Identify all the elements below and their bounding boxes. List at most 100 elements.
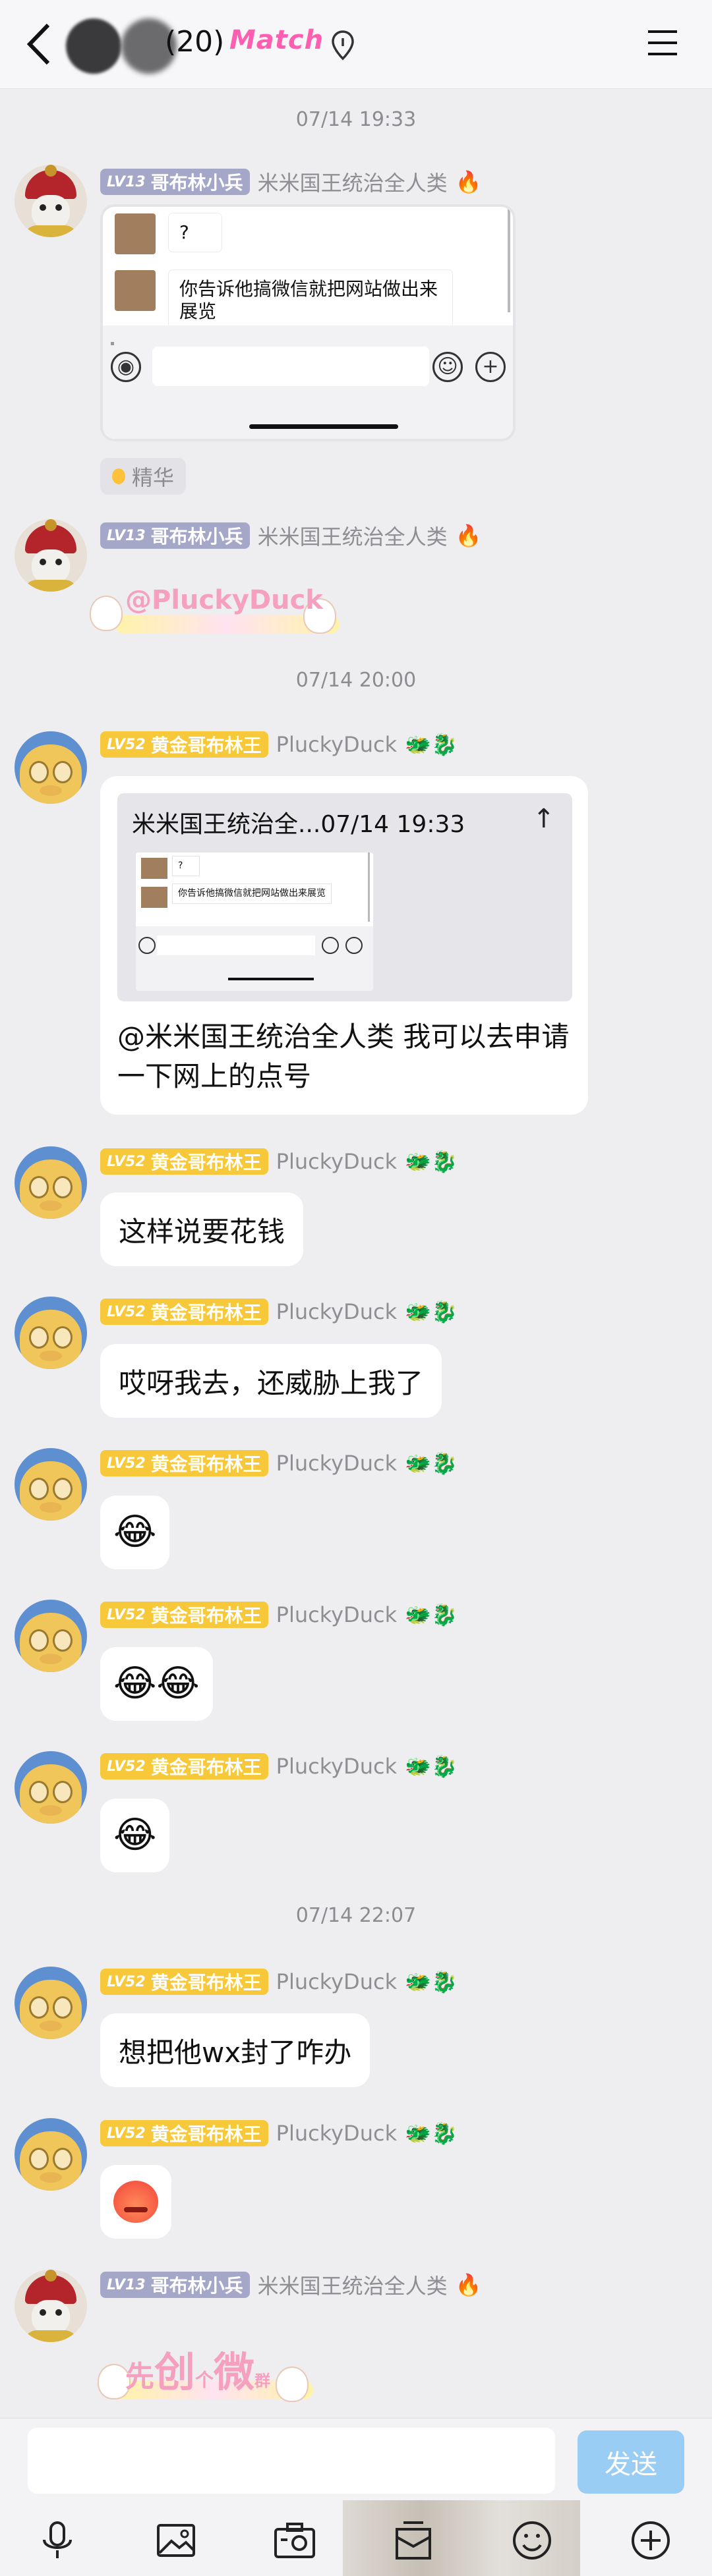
sender-meta: LV52 黄金哥布林王 PluckyDuck 🐲🐉: [100, 1297, 458, 1327]
sender-meta: LV52 黄金哥布林王 PluckyDuck 🐲🐉: [100, 2118, 458, 2148]
sender-nickname[interactable]: PluckyDuck: [276, 732, 397, 757]
sender-nickname[interactable]: PluckyDuck: [276, 1299, 397, 1324]
sender-nickname[interactable]: PluckyDuck: [276, 1754, 397, 1779]
add-icon[interactable]: [628, 2517, 674, 2563]
collapse-icon[interactable]: ↑: [533, 804, 555, 834]
screenshot-text: ?: [173, 856, 199, 876]
emoji-icon[interactable]: [509, 2517, 555, 2563]
member-count: (20): [165, 25, 225, 59]
essence-icon: [112, 468, 125, 484]
sender-meta: LV52 黄金哥布林王 PluckyDuck 🐲🐉: [100, 729, 458, 760]
camera-icon[interactable]: [272, 2517, 318, 2563]
sender-meta: LV13 哥布林小兵 米米国王统治全人类 🔥: [100, 520, 482, 551]
sender-nickname[interactable]: 米米国王统治全人类: [258, 2270, 448, 2300]
image-icon[interactable]: [153, 2517, 199, 2563]
avatar[interactable]: [15, 1967, 87, 2039]
avatar[interactable]: [15, 1448, 87, 1521]
add-icon: [345, 937, 363, 954]
avatar[interactable]: [15, 2118, 87, 2191]
emoji-icon: ☺: [432, 352, 463, 382]
add-icon: +: [475, 352, 506, 382]
menu-icon[interactable]: [646, 28, 679, 58]
message-bubble[interactable]: 想把他wx封了咋办: [100, 2013, 371, 2087]
sender-nickname[interactable]: PluckyDuck: [276, 1602, 397, 1627]
screenshot-text: 你告诉他搞微信就把网站做出来展览: [173, 884, 331, 903]
message-text: 想把他wx封了咋办: [119, 2036, 352, 2069]
avatar[interactable]: [15, 1600, 87, 1672]
dragon-badge-icon: 🐲🐉: [405, 1451, 458, 1476]
level-badge: LV13 哥布林小兵: [100, 2272, 250, 2298]
dragon-badge-icon: 🐲🐉: [405, 1602, 458, 1627]
sender-nickname[interactable]: 米米国王统治全人类: [258, 520, 448, 551]
message-bubble[interactable]: 这样说要花钱: [100, 1192, 304, 1266]
level-badge: LV52 黄金哥布林王: [100, 1969, 268, 1995]
message-bubble[interactable]: 😂: [100, 1496, 170, 1569]
sender-meta: LV13 哥布林小兵 米米国王统治全人类 🔥: [100, 167, 482, 197]
voice-icon: ◉: [111, 352, 141, 382]
avatar[interactable]: [15, 731, 87, 804]
dragon-badge-icon: 🐲🐉: [405, 2121, 458, 2146]
avatar: [115, 270, 156, 311]
dragon-badge-icon: 🐲🐉: [405, 1969, 458, 1994]
microphone-icon[interactable]: [34, 2517, 80, 2563]
screenshot-input: [152, 347, 429, 386]
dragon-badge-icon: 🐲🐉: [405, 1149, 458, 1174]
sender-meta: LV52 黄金哥布林王 PluckyDuck 🐲🐉: [100, 1751, 458, 1781]
message-input[interactable]: [28, 2428, 555, 2494]
message-bubble[interactable]: 哎呀我去，还威胁上我了: [100, 1344, 442, 1418]
cat-sticker-icon: [277, 2368, 307, 2401]
chat-header: (20) Match: [0, 0, 712, 89]
sender-nickname[interactable]: PluckyDuck: [276, 1451, 397, 1476]
dragon-badge-icon: 🐲🐉: [405, 732, 458, 757]
sender-nickname[interactable]: PluckyDuck: [276, 2121, 397, 2146]
voice-icon: [138, 937, 156, 954]
sticker-text-group: 先创个微群: [125, 2348, 271, 2396]
sender-nickname[interactable]: 米米国王统治全人类: [258, 167, 448, 197]
avatar[interactable]: [15, 519, 87, 592]
back-icon[interactable]: [23, 21, 56, 67]
dragon-badge-icon: 🐲🐉: [405, 1299, 458, 1324]
avatar[interactable]: [15, 1751, 87, 1824]
message-bubble[interactable]: 😂: [100, 1799, 170, 1872]
gift-icon[interactable]: [390, 2517, 436, 2563]
quoted-content[interactable]: 米米国王统治全...07/14 19:33 ↑ ? 你告诉他搞微信就把网站做出来…: [117, 793, 572, 1001]
sender-meta: LV13 哥布林小兵 米米国王统治全人类 🔥: [100, 2270, 482, 2300]
quote-message[interactable]: 米米国王统治全...07/14 19:33 ↑ ? 你告诉他搞微信就把网站做出来…: [100, 776, 588, 1115]
level-badge: LV52 黄金哥布林王: [100, 1753, 268, 1779]
send-button[interactable]: 发送: [578, 2430, 684, 2494]
message-text: 这样说要花钱: [119, 1215, 285, 1248]
fire-icon: 🔥: [455, 523, 482, 548]
scrollbar: [508, 207, 510, 312]
sender-meta: LV52 黄金哥布林王 PluckyDuck 🐲🐉: [100, 1967, 458, 1997]
level-badge: LV52 黄金哥布林王: [100, 1299, 268, 1325]
timestamp: 07/14 22:07: [295, 1904, 417, 1927]
quoted-image: ? 你告诉他搞微信就把网站做出来展览: [136, 853, 373, 991]
sticker-text: @PluckyDuck: [125, 585, 323, 615]
cat-sticker-icon: [91, 597, 121, 630]
avatar[interactable]: [15, 1146, 87, 1219]
tears-of-joy-emoji: 😂😂: [113, 1662, 200, 1705]
avatar: [141, 887, 167, 908]
group-logo: Match: [229, 25, 324, 55]
level-badge: LV52 黄金哥布林王: [100, 731, 268, 758]
sender-meta: LV52 黄金哥布林王 PluckyDuck 🐲🐉: [100, 1600, 458, 1630]
avatar[interactable]: [15, 165, 87, 237]
angry-face-emoji: [113, 2181, 158, 2223]
message-bubble[interactable]: 😂😂: [100, 1647, 213, 1721]
level-badge: LV13 哥布林小兵: [100, 169, 250, 195]
avatar: [115, 213, 156, 254]
quote-header: 米米国王统治全...07/14 19:33: [132, 811, 465, 838]
image-message[interactable]: ? 你告诉他搞微信就把网站做出来展览 ◉ ☺ +: [100, 204, 516, 441]
message-bubble[interactable]: [100, 2165, 171, 2239]
location-pin-icon[interactable]: [330, 29, 356, 62]
group-avatars[interactable]: [66, 18, 178, 74]
sender-nickname[interactable]: PluckyDuck: [276, 1149, 397, 1174]
avatar: [141, 858, 167, 879]
sender-nickname[interactable]: PluckyDuck: [276, 1969, 397, 1994]
avatar[interactable]: [15, 2270, 87, 2342]
emoji-icon: [322, 937, 339, 954]
screenshot-text: ?: [169, 213, 222, 252]
avatar[interactable]: [15, 1297, 87, 1369]
essence-tag[interactable]: 精华: [100, 458, 187, 495]
timestamp: 07/14 19:33: [295, 108, 417, 131]
